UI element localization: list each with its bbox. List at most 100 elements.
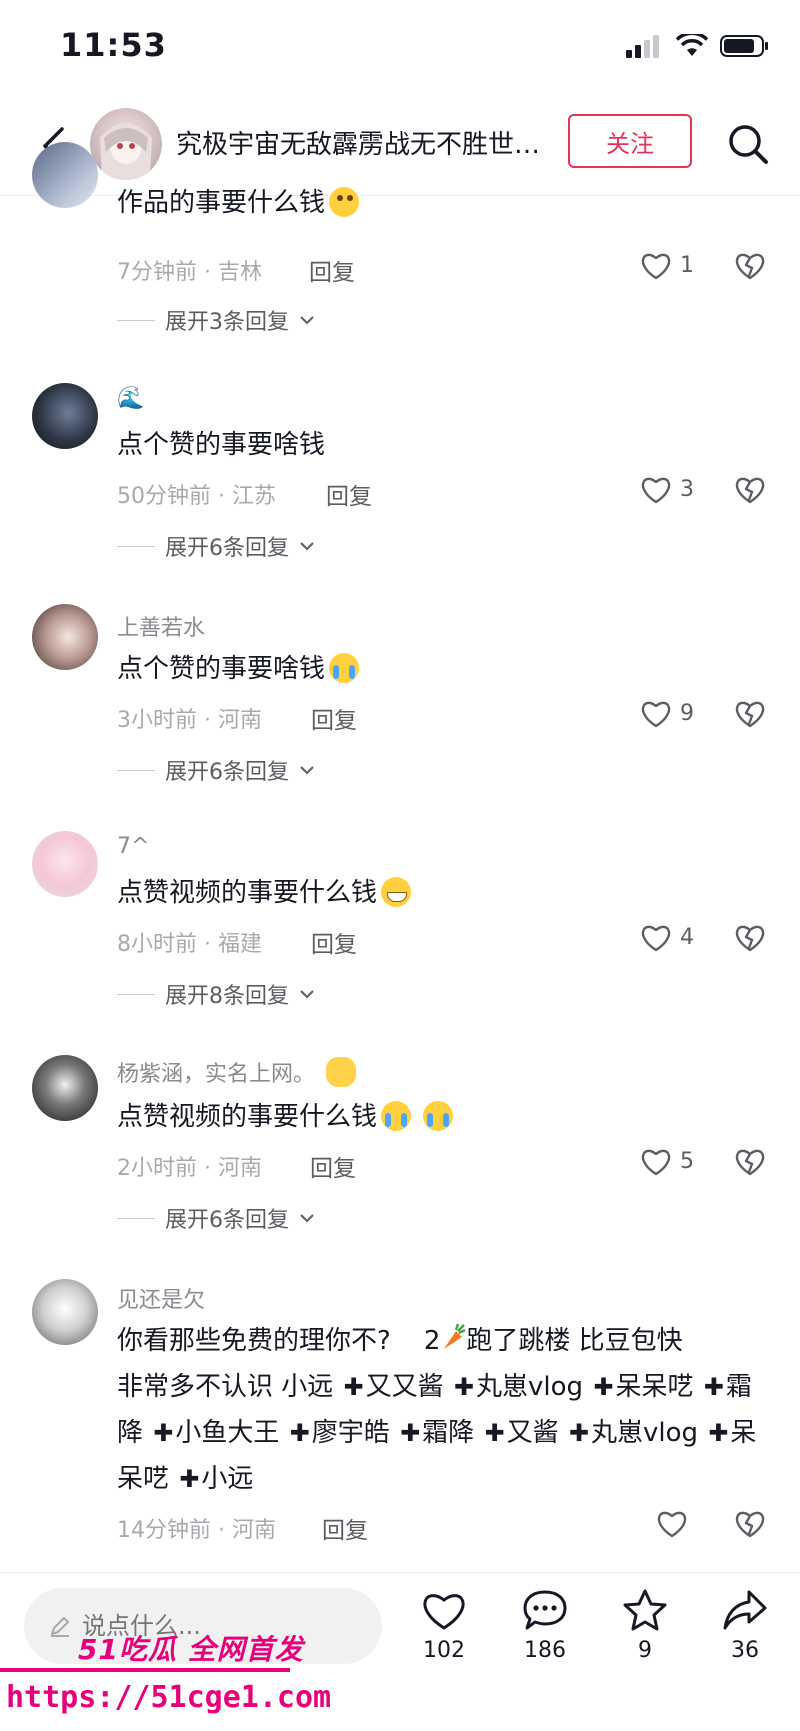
comment-text: 点个赞的事要啥钱 xyxy=(117,430,326,460)
favorite-count: 9 xyxy=(638,1638,652,1663)
grinning-emoji-icon xyxy=(381,877,412,907)
crying-emoji-icon xyxy=(423,1101,454,1131)
commenter-name: 杨紫涵，实名上网。 xyxy=(117,1056,357,1088)
reply-button[interactable]: 回复 xyxy=(310,1149,356,1183)
expand-replies-button[interactable]: 展开6条回复 xyxy=(117,530,315,562)
comment-item: 🌊 点个赞的事要啥钱 50分钟前 · 江苏 回复 3 展开6条回复 xyxy=(0,380,800,570)
commenter-avatar[interactable] xyxy=(32,831,98,897)
drool-emoji-icon xyxy=(329,187,360,217)
crying-cat-emoji-icon xyxy=(326,1057,357,1087)
comment-time-location: 7分钟前 · 吉林 xyxy=(117,260,262,285)
commenter-name: 🌊 xyxy=(117,386,145,411)
watermark-bar xyxy=(0,1668,290,1672)
carrot-emoji-icon xyxy=(444,1323,466,1349)
comment-time-location: 8小时前 · 福建 xyxy=(117,932,262,957)
comment-bubble-icon xyxy=(523,1590,567,1630)
broken-heart-icon xyxy=(735,477,765,504)
heart-icon xyxy=(641,253,671,280)
share-button[interactable]: 36 xyxy=(705,1588,785,1663)
dislike-button[interactable] xyxy=(734,250,766,284)
heart-icon xyxy=(657,1511,687,1538)
battery-icon xyxy=(720,35,768,57)
divider xyxy=(0,1572,800,1573)
broken-heart-icon xyxy=(735,1511,765,1538)
heart-icon xyxy=(641,925,671,952)
expand-replies-button[interactable]: 展开6条回复 xyxy=(117,754,315,786)
like-count: 1 xyxy=(680,252,694,278)
broken-heart-icon xyxy=(735,701,765,728)
like-button[interactable]: 3 xyxy=(640,474,694,504)
like-count: 4 xyxy=(680,924,694,950)
like-button[interactable]: 5 xyxy=(640,1146,694,1176)
expand-replies-button[interactable]: 展开8条回复 xyxy=(117,978,315,1010)
dislike-button[interactable] xyxy=(734,922,766,956)
comment-item: 杨紫涵，实名上网。 点赞视频的事要什么钱 2小时前 · 河南 回复 5 展开6条… xyxy=(0,1052,800,1242)
heart-icon xyxy=(641,477,671,504)
comment-count: 186 xyxy=(524,1638,566,1663)
signal-icon xyxy=(626,35,659,58)
like-count: 5 xyxy=(680,1148,694,1174)
chevron-down-icon xyxy=(300,316,314,325)
page-title: 究极宇宙无敌霹雳战无不胜世… xyxy=(176,130,541,160)
comment-time-location: 14分钟前 · 河南 xyxy=(117,1518,276,1543)
share-arrow-icon xyxy=(723,1590,767,1630)
comment-text: 你看那些免费的理你不? 2 跑了跳楼 比豆包快 非常多不认识 小远 ✚又又酱 ✚丸… xyxy=(117,1318,757,1502)
reply-button[interactable]: 回复 xyxy=(326,477,372,511)
divider xyxy=(117,545,155,547)
expand-replies-button[interactable]: 展开6条回复 xyxy=(117,1202,315,1234)
comment-text: 点赞视频的事要什么钱 xyxy=(117,870,757,916)
avatar-image xyxy=(100,123,152,180)
commenter-avatar[interactable] xyxy=(32,604,98,670)
like-button[interactable] xyxy=(656,1508,696,1538)
like-count: 9 xyxy=(680,700,694,726)
reply-button[interactable]: 回复 xyxy=(311,925,357,959)
reply-button[interactable]: 回复 xyxy=(311,701,357,735)
status-bar: 11:53 xyxy=(0,0,800,96)
divider xyxy=(117,769,155,771)
like-button[interactable]: 4 xyxy=(640,922,694,952)
status-time: 11:53 xyxy=(60,26,167,64)
like-button[interactable]: 1 xyxy=(640,250,694,280)
dislike-button[interactable] xyxy=(734,698,766,732)
search-button[interactable] xyxy=(720,116,776,172)
comment-text: 作品的事要什么钱 xyxy=(117,180,757,226)
dislike-button[interactable] xyxy=(734,474,766,508)
like-video-button[interactable]: 102 xyxy=(404,1588,484,1663)
broken-heart-icon xyxy=(735,253,765,280)
watermark-logo: 51吃瓜 全网首发 xyxy=(78,1633,304,1666)
comment-time-location: 3小时前 · 河南 xyxy=(117,708,262,733)
like-count: 102 xyxy=(423,1638,465,1663)
reply-button[interactable]: 回复 xyxy=(309,253,355,287)
divider xyxy=(117,993,155,995)
commenter-avatar[interactable] xyxy=(32,383,98,449)
commenter-avatar[interactable] xyxy=(32,1055,98,1121)
comment-item: 见还是欠 你看那些免费的理你不? 2 跑了跳楼 比豆包快 非常多不认识 小远 ✚又… xyxy=(0,1276,800,1546)
star-icon xyxy=(623,1589,667,1631)
chevron-down-icon xyxy=(300,1214,314,1223)
comment-time-location: 2小时前 · 河南 xyxy=(117,1156,262,1181)
expand-replies-button[interactable]: 展开3条回复 xyxy=(117,304,315,336)
search-icon xyxy=(729,125,768,164)
share-count: 36 xyxy=(731,1638,759,1663)
favorite-button[interactable]: 9 xyxy=(605,1588,685,1663)
comments-button[interactable]: 186 xyxy=(505,1588,585,1663)
dislike-button[interactable] xyxy=(734,1508,766,1542)
comment-item: 作品的事要什么钱 7分钟前 · 吉林 回复 1 展开3条回复 xyxy=(0,142,800,348)
tears-of-joy-emoji-icon xyxy=(329,653,360,683)
follow-button[interactable]: 关注 xyxy=(568,114,692,168)
reply-button[interactable]: 回复 xyxy=(322,1511,368,1545)
chevron-down-icon xyxy=(300,766,314,775)
dislike-button[interactable] xyxy=(734,1146,766,1180)
commenter-avatar[interactable] xyxy=(32,1279,98,1345)
divider xyxy=(117,319,155,321)
comment-item: 上善若水 点个赞的事要啥钱 3小时前 · 河南 回复 9 展开6条回复 xyxy=(0,604,800,794)
author-avatar[interactable] xyxy=(90,108,162,180)
heart-icon xyxy=(641,701,671,728)
comment-time-location: 50分钟前 · 江苏 xyxy=(117,484,276,509)
pencil-icon xyxy=(51,1617,69,1637)
commenter-avatar[interactable] xyxy=(32,142,98,208)
like-button[interactable]: 9 xyxy=(640,698,694,728)
comment-item: 7^ 点赞视频的事要什么钱 8小时前 · 福建 回复 4 展开8条回复 xyxy=(0,828,800,1018)
heart-icon xyxy=(423,1594,465,1630)
watermark-url: https://51cge1.com xyxy=(6,1680,332,1715)
